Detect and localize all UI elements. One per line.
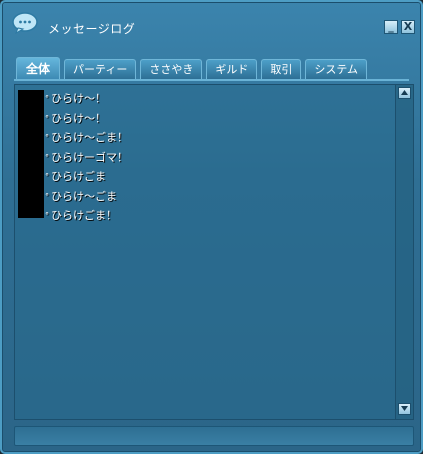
- tab-bar: 全体 パーティー ささやき ギルド 取引 システム: [16, 57, 368, 81]
- message-line: ° ひらけごま: [45, 167, 128, 187]
- title-bar[interactable]: メッセージログ _ X: [4, 4, 419, 44]
- message-line: ° ひらけ～！: [45, 109, 128, 129]
- chat-input-field[interactable]: [14, 426, 414, 446]
- message-log[interactable]: ° ひらけ～！ ° ひらけ～！ ° ひらけ～ごま！ ° ひらけーゴマ！ ° ひらけごま °…: [14, 84, 414, 420]
- bullet-dot: °: [45, 172, 49, 181]
- speech-bubble-icon: [12, 12, 38, 35]
- bullet-dot: °: [45, 94, 49, 103]
- bullet-dot: °: [45, 152, 49, 162]
- message-log-window: メッセージログ _ X 全体 パーティー ささやき ギルド 取引 システム ° ひ…: [0, 0, 423, 454]
- scroll-up-button[interactable]: [398, 87, 411, 99]
- tab-trade[interactable]: 取引: [261, 59, 302, 79]
- message-line: ° ひらけ～！: [45, 89, 128, 109]
- message-line: ° ひらけ～ごま: [45, 187, 128, 207]
- redacted-names-block: [18, 90, 44, 218]
- message-text: ひらけ～ごま！: [51, 131, 128, 144]
- close-button[interactable]: X: [401, 20, 415, 34]
- bullet-dot: °: [45, 191, 49, 201]
- tab-divider: [14, 79, 409, 81]
- tab-party[interactable]: パーティー: [64, 59, 137, 79]
- bullet-dot: °: [45, 211, 49, 220]
- bullet-dot: °: [45, 113, 49, 123]
- message-line: ° ひらけーゴマ！: [45, 148, 128, 168]
- vertical-scrollbar[interactable]: [395, 85, 413, 419]
- bullet-dot: °: [45, 133, 49, 142]
- message-text: ひらけ～！: [51, 92, 106, 105]
- tab-guild[interactable]: ギルド: [206, 59, 258, 79]
- window-title: メッセージログ: [48, 22, 136, 36]
- arrow-up-icon: [401, 90, 408, 95]
- message-text: ひらけ～ごま: [51, 189, 117, 203]
- message-line: ° ひらけ～ごま！: [45, 128, 128, 148]
- tab-system[interactable]: システム: [305, 59, 368, 79]
- message-text: ひらけごま！: [51, 209, 117, 222]
- message-text: ひらけごま: [51, 170, 106, 183]
- tab-whisper[interactable]: ささやき: [140, 59, 203, 79]
- scroll-down-button[interactable]: [398, 403, 411, 415]
- message-list: ° ひらけ～！ ° ひらけ～！ ° ひらけ～ごま！ ° ひらけーゴマ！ ° ひらけごま °…: [45, 89, 128, 226]
- arrow-down-icon: [401, 406, 408, 411]
- message-text: ひらけ～！: [51, 111, 106, 125]
- tab-all[interactable]: 全体: [16, 57, 61, 81]
- message-text: ひらけーゴマ！: [51, 150, 128, 164]
- message-line: ° ひらけごま！: [45, 206, 128, 226]
- minimize-button[interactable]: _: [384, 20, 398, 34]
